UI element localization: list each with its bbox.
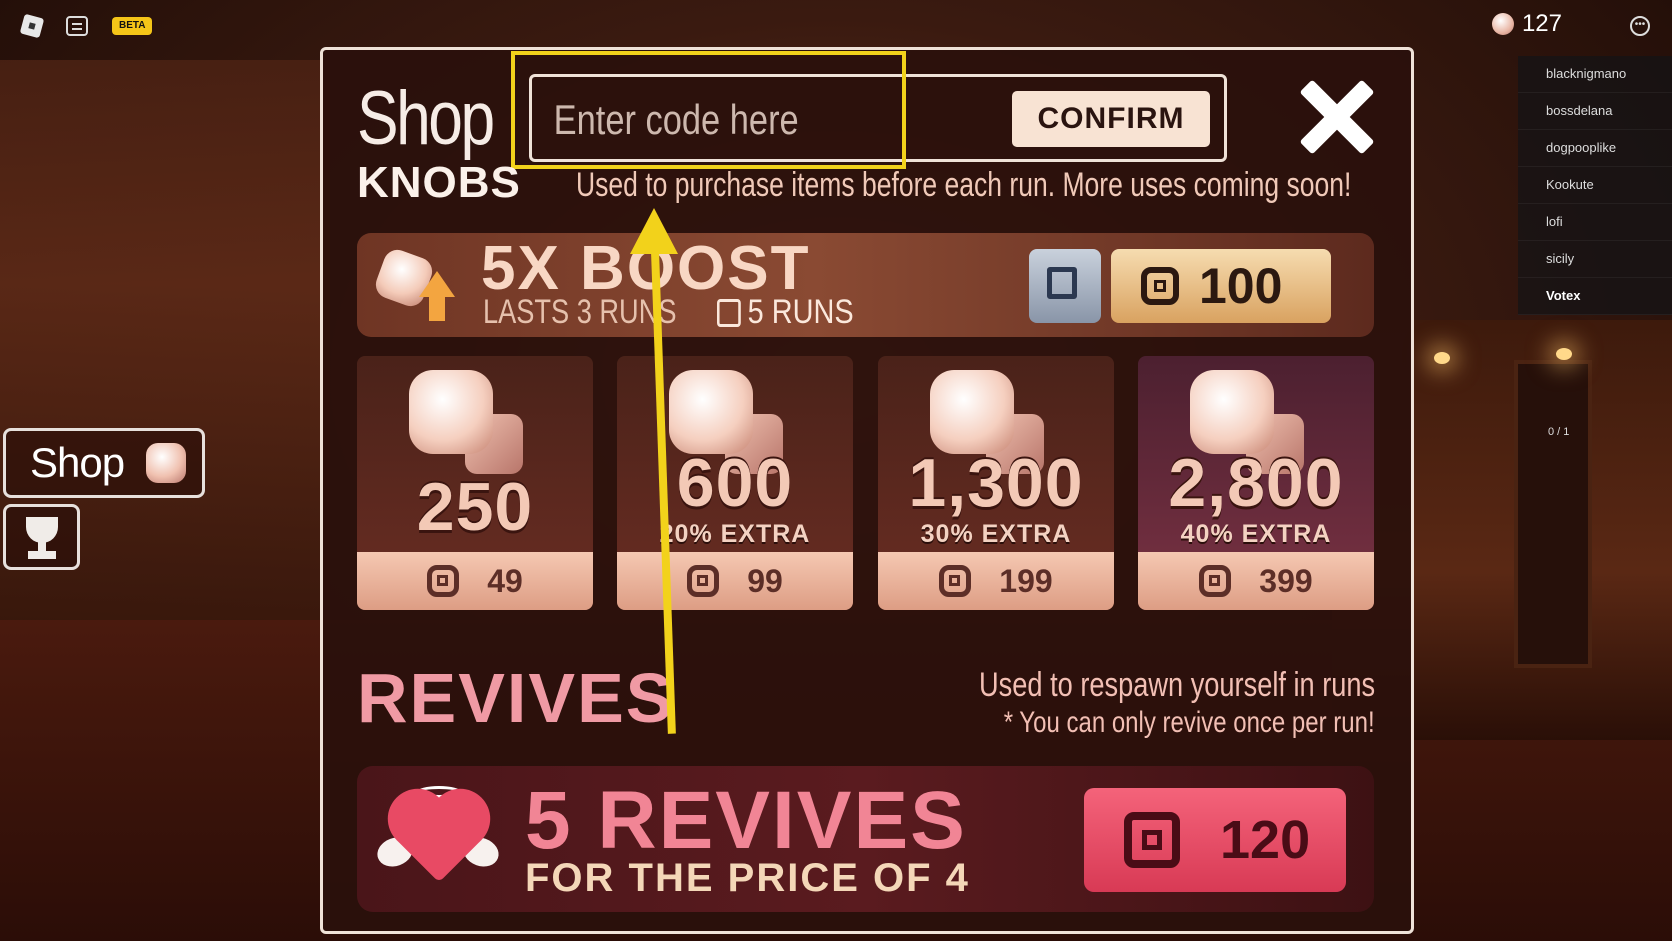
robux-icon xyxy=(1124,812,1180,868)
more-options-icon[interactable]: ••• xyxy=(1630,16,1650,36)
boost-runs-label: 5 RUNS xyxy=(747,293,854,331)
knob-pack-extra: 40% EXTRA xyxy=(1180,520,1332,548)
knob-balance-value: 127 xyxy=(1521,10,1562,37)
robux-icon xyxy=(939,565,972,597)
boost-price: 100 xyxy=(1199,258,1283,314)
knobs-description: Used to purchase items before each run. … xyxy=(576,166,1352,204)
player-entry[interactable]: bossdelana xyxy=(1518,93,1672,130)
confirm-button[interactable]: CONFIRM xyxy=(1012,91,1210,147)
player-entry[interactable]: dogpooplike xyxy=(1518,130,1672,167)
revives-heading: REVIVES xyxy=(357,659,675,737)
knob-pack-card: 1,300 30% EXTRA 199 xyxy=(878,356,1114,610)
side-shop-button[interactable]: Shop xyxy=(3,428,205,498)
knob-balance: 127 xyxy=(1491,10,1562,38)
revive-offer-subtitle: FOR THE PRICE OF 4 xyxy=(525,856,970,900)
knob-pack-amount: 600 xyxy=(676,445,794,521)
knob-packs: 250 49 600 20% EXTRA 99 1,300 30% EXTRA … xyxy=(357,356,1374,610)
player-entry[interactable]: sicily xyxy=(1518,241,1672,278)
side-shop-label: Shop xyxy=(30,439,125,486)
close-icon[interactable] xyxy=(1297,76,1377,156)
boost-buy-button[interactable]: 100 xyxy=(1111,249,1331,323)
chat-icon[interactable] xyxy=(66,16,88,36)
robux-icon xyxy=(687,565,720,597)
robux-icon xyxy=(1199,565,1232,597)
knob-pack-buy-button[interactable]: 49 xyxy=(357,552,593,610)
knob-pack-price: 99 xyxy=(747,562,783,599)
trophy-icon xyxy=(26,517,58,543)
knob-pack-extra: 20% EXTRA xyxy=(659,520,811,548)
knob-pack-buy-button[interactable]: 99 xyxy=(617,552,853,610)
boost-offer: 5X BOOST LASTS 3 RUNS 5 RUNS 100 xyxy=(357,233,1374,337)
knob-pack-amount: 1,300 xyxy=(908,445,1084,521)
revive-price: 120 xyxy=(1220,810,1311,870)
robux-icon xyxy=(427,565,460,597)
knob-icon xyxy=(146,443,186,483)
knobs-heading: KNOBS xyxy=(357,158,521,207)
knob-pack-extra: 30% EXTRA xyxy=(920,520,1072,548)
trophy-button[interactable] xyxy=(3,504,80,570)
boost-subtitle: LASTS 3 RUNS xyxy=(483,293,677,331)
pass-icon xyxy=(717,298,741,327)
knob-pack-amount: 250 xyxy=(416,469,534,545)
shop-panel: Shop CONFIRM KNOBS Used to purchase item… xyxy=(320,47,1414,934)
objective-counter: 0 / 1 xyxy=(1548,426,1570,438)
lamp-icon xyxy=(1556,348,1572,360)
shop-title: Shop xyxy=(357,76,495,161)
beta-badge: BETA xyxy=(112,17,153,35)
boost-runs: 5 RUNS xyxy=(717,293,854,332)
roblox-menu-icon[interactable] xyxy=(19,13,45,39)
angel-heart-icon xyxy=(373,786,503,896)
revive-offer-title: 5 REVIVES xyxy=(525,775,967,866)
player-entry[interactable]: Kookute xyxy=(1518,167,1672,204)
knob-pack-price: 199 xyxy=(999,562,1053,599)
knob-pack-buy-button[interactable]: 199 xyxy=(878,552,1114,610)
revive-buy-button[interactable]: 120 xyxy=(1084,788,1346,892)
knob-pack-price: 49 xyxy=(487,562,523,599)
knob-pack-buy-button[interactable]: 399 xyxy=(1138,552,1374,610)
background-door xyxy=(1514,360,1592,668)
pass-button[interactable] xyxy=(1029,249,1101,323)
annotation-arrow-head xyxy=(630,208,678,254)
knob-pack-card: 2,800 40% EXTRA 399 xyxy=(1138,356,1374,610)
robux-icon xyxy=(1141,267,1179,305)
knob-pack-card: 250 49 xyxy=(357,356,593,610)
player-entry[interactable]: lofi xyxy=(1518,204,1672,241)
player-entry[interactable]: blacknigmano xyxy=(1518,56,1672,93)
annotation-highlight-box xyxy=(511,51,906,169)
revives-description: Used to respawn yourself in runs xyxy=(978,666,1375,704)
knob-icon xyxy=(1491,13,1514,35)
revive-offer: 5 REVIVES FOR THE PRICE OF 4 120 xyxy=(357,766,1374,912)
knob-pack-card: 600 20% EXTRA 99 xyxy=(617,356,853,610)
player-list: blacknigmano bossdelana dogpooplike Kook… xyxy=(1518,56,1672,315)
revives-note: * You can only revive once per run! xyxy=(1004,706,1375,739)
lamp-icon xyxy=(1434,352,1450,364)
knob-pack-price: 399 xyxy=(1259,562,1313,599)
player-entry-self[interactable]: Votex xyxy=(1518,278,1672,315)
knob-icon xyxy=(409,370,529,480)
boost-icon xyxy=(371,245,455,323)
knob-pack-amount: 2,800 xyxy=(1168,445,1344,521)
